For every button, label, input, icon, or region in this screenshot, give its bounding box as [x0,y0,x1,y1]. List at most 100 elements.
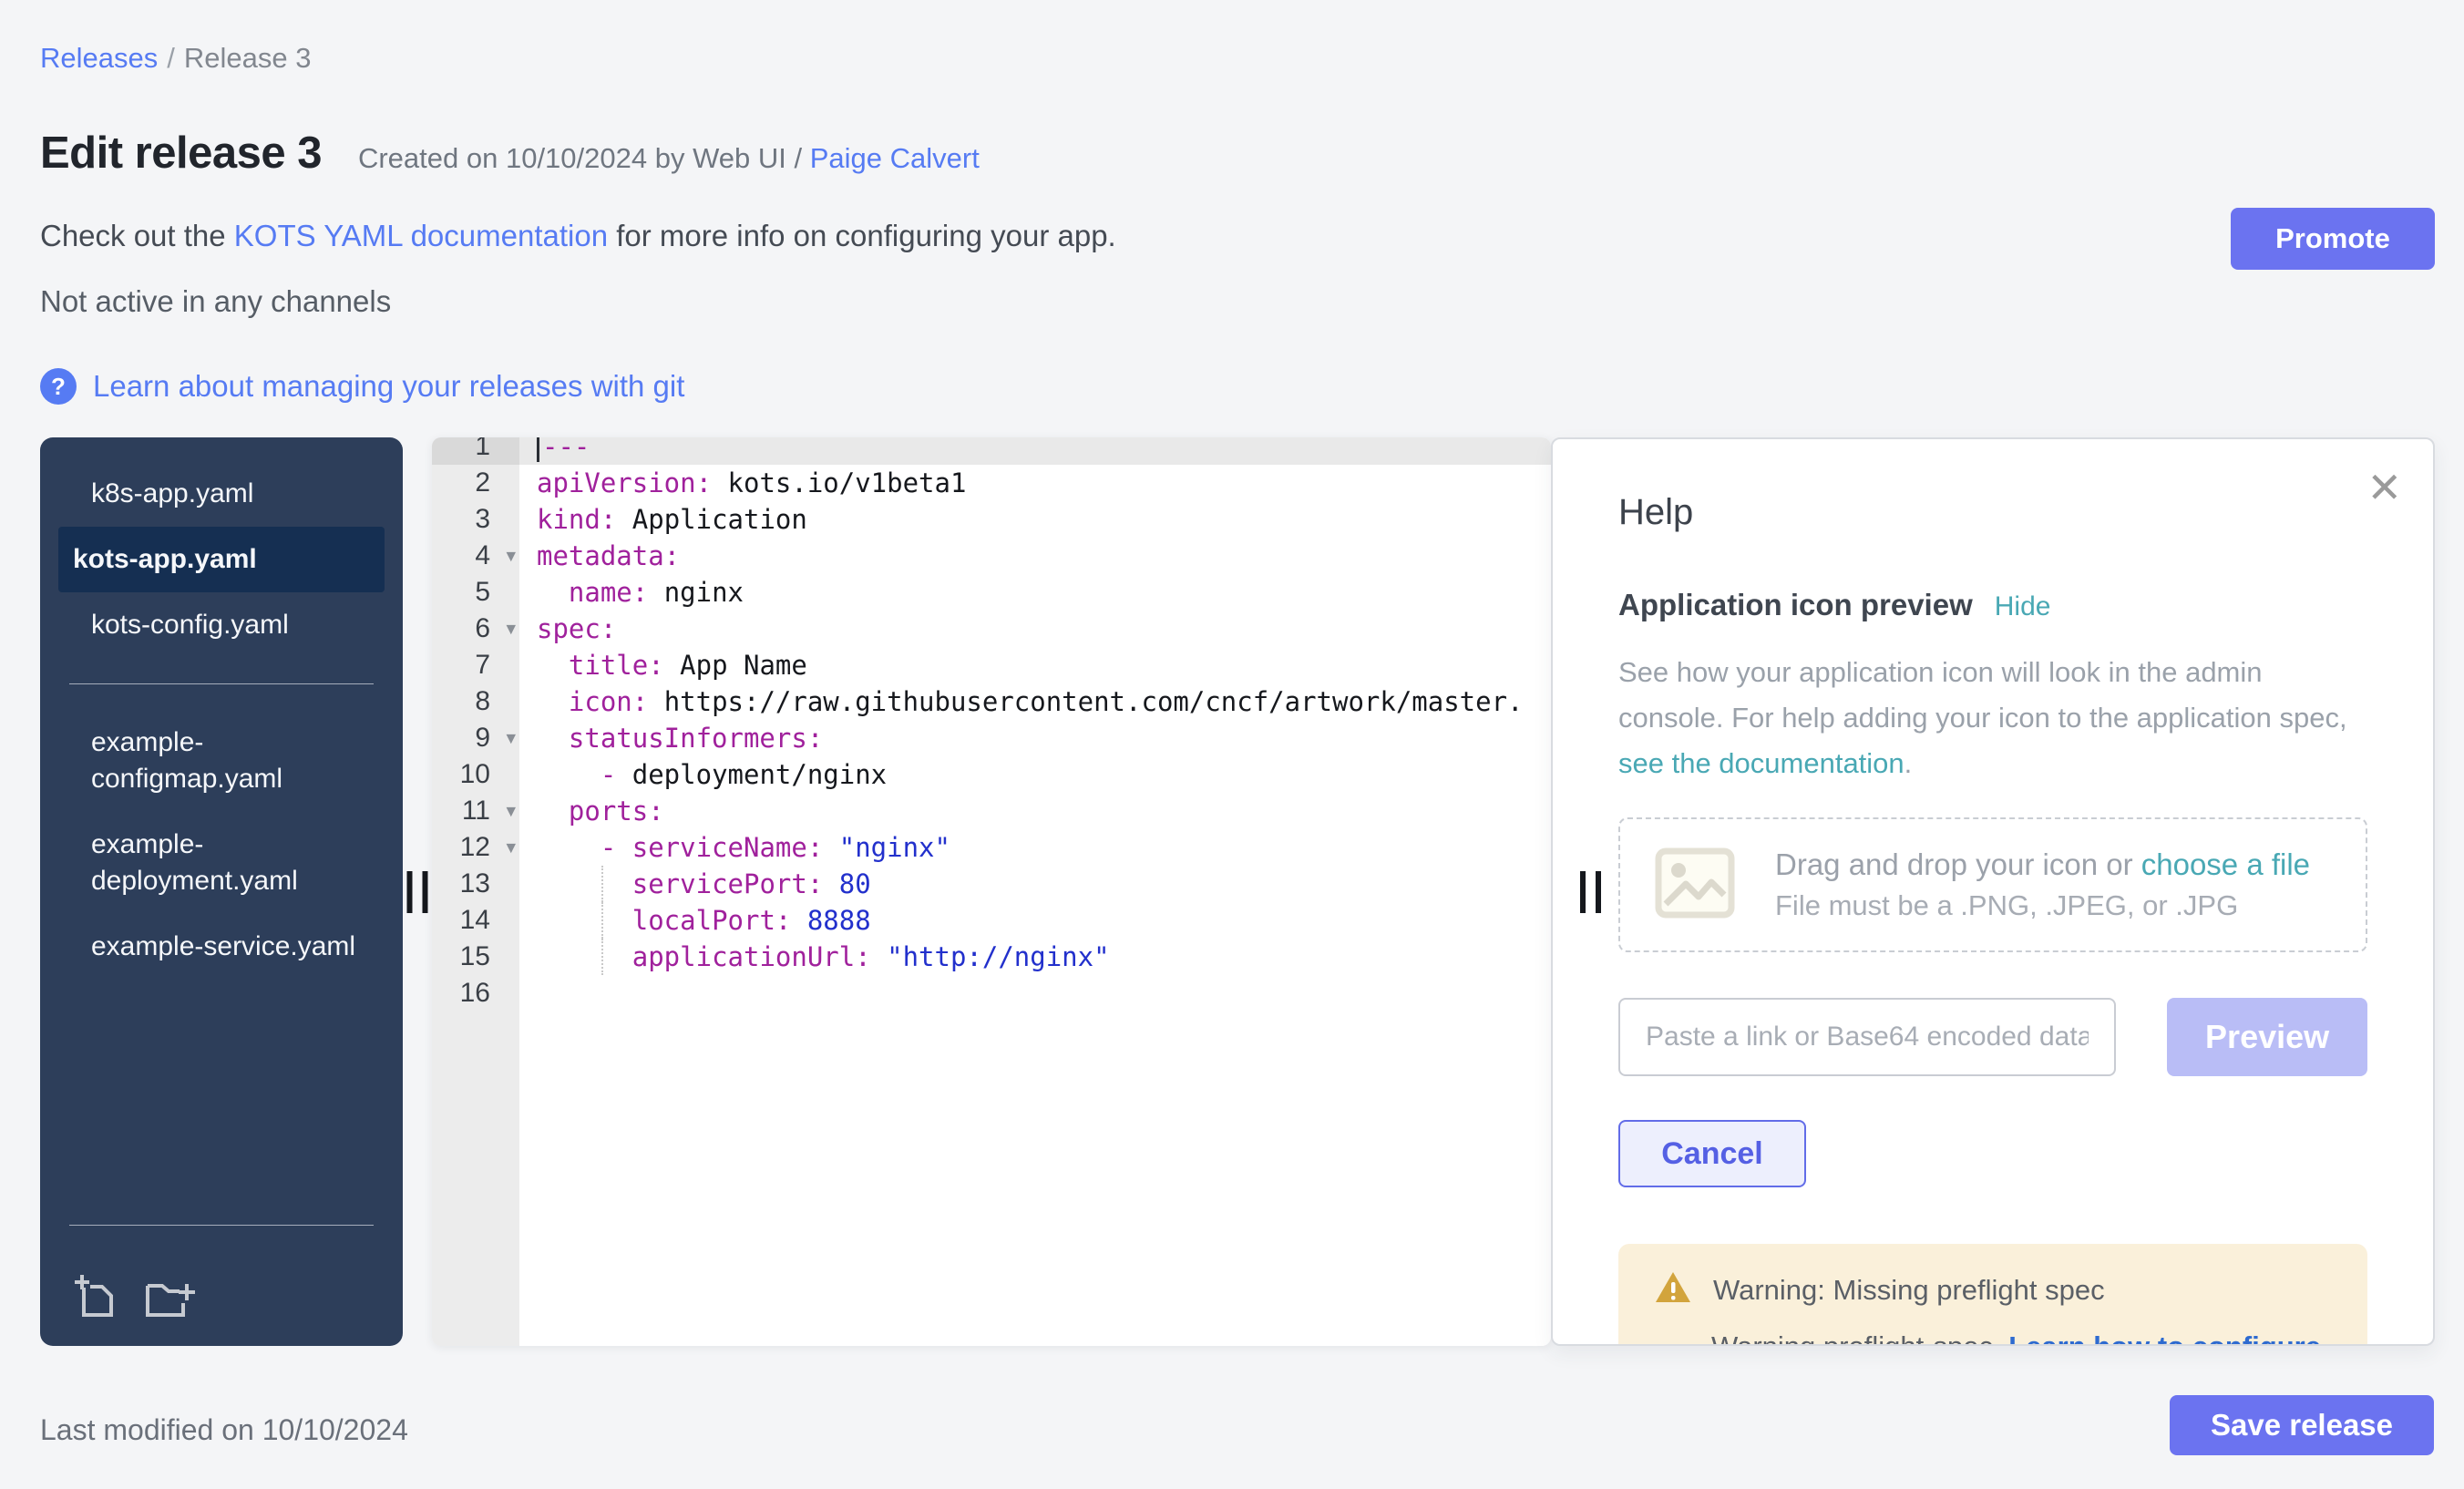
editor-line: 6▾spec: [432,611,1551,647]
handle-bar [423,871,428,913]
dropzone-prompt-text: Drag and drop your icon or [1775,847,2141,881]
new-folder-icon[interactable] [144,1273,197,1320]
title-row: Edit release 3 Created on 10/10/2024 by … [40,128,2435,179]
fold-arrow-icon[interactable]: ▾ [506,620,516,639]
editor-line: 5 name: nginx [432,574,1551,611]
warning-detail: Warning preflight-spec. Learn how to con… [1711,1330,2331,1346]
doc-info-prefix: Check out the [40,219,234,252]
preview-button[interactable]: Preview [2167,998,2367,1076]
fold-arrow-icon[interactable]: ▾ [506,802,516,821]
line-number: 2 [432,465,519,501]
file-item[interactable]: example-deployment.yaml [58,812,385,914]
code-line[interactable]: localPort: 8888 [519,902,1551,939]
editor-line: 16 [432,975,1551,1011]
code-line[interactable]: applicationUrl: "http://nginx" [519,939,1551,975]
line-number: 3 [432,501,519,538]
file-item[interactable]: kots-config.yaml [58,592,385,658]
code-line[interactable]: icon: https://raw.githubusercontent.com/… [519,683,1551,720]
text-cursor [537,437,539,462]
editor-line: 8 icon: https://raw.githubusercontent.co… [432,683,1551,720]
warning-triangle-icon [1655,1271,1691,1309]
sidebar-divider [69,683,374,684]
release-editor-page: Releases / Release 3 Edit release 3 Create… [0,0,2464,1489]
code-line[interactable]: servicePort: 80 [519,866,1551,902]
git-help-row: ? Learn about managing your releases wit… [40,368,2435,405]
line-number: 16 [432,975,519,1011]
code-line[interactable]: metadata: [519,538,1551,574]
git-help-link[interactable]: Learn about managing your releases with … [93,369,684,404]
code-line[interactable]: --- [519,437,1551,465]
editor-line: 2apiVersion: kots.io/v1beta1 [432,465,1551,501]
help-title: Help [1618,492,2367,533]
save-release-button[interactable]: Save release [2170,1395,2434,1455]
breadcrumb-current: Release 3 [184,42,312,74]
icon-preview-title: Application icon preview [1618,588,1973,622]
page-title: Edit release 3 [40,128,322,179]
editor-line: 14 localPort: 8888 [432,902,1551,939]
fold-arrow-icon[interactable]: ▾ [506,838,516,857]
line-number: 15 [432,939,519,975]
icon-preview-description: See how your application icon will look … [1618,650,2367,786]
file-item[interactable]: k8s-app.yaml [58,461,385,527]
breadcrumb: Releases / Release 3 [40,42,2435,75]
breadcrumb-separator: / [167,42,175,74]
editor-lines: 1---2apiVersion: kots.io/v1beta13kind: A… [432,437,1551,1011]
line-number: 10 [432,756,519,793]
breadcrumb-releases-link[interactable]: Releases [40,42,158,74]
sidebar-resize-handle[interactable] [407,871,428,913]
fold-arrow-icon[interactable]: ▾ [506,547,516,566]
indent-guide [601,902,603,939]
code-line[interactable]: name: nginx [519,574,1551,611]
sidebar-divider-bottom [69,1225,374,1226]
sidebar-actions [40,1251,403,1326]
see-documentation-link[interactable]: see the documentation [1618,747,1904,779]
editor-line: 12▾ - serviceName: "nginx" [432,829,1551,866]
warning-row: Warning: Missing preflight spec [1655,1271,2331,1309]
code-line[interactable]: statusInformers: [519,720,1551,756]
code-line[interactable] [519,975,1551,1011]
code-line[interactable]: kind: Application [519,501,1551,538]
handle-bar [1596,871,1601,913]
code-line[interactable]: apiVersion: kots.io/v1beta1 [519,465,1551,501]
preflight-warning: Warning: Missing preflight spec Warning … [1618,1244,2367,1346]
code-line[interactable]: ports: [519,793,1551,829]
file-item[interactable]: example-configmap.yaml [58,710,385,812]
handle-bar [407,871,413,913]
code-line[interactable]: title: App Name [519,647,1551,683]
code-line[interactable]: - deployment/nginx [519,756,1551,793]
icon-url-input[interactable] [1618,998,2116,1076]
new-file-icon[interactable] [75,1273,117,1320]
indent-guide [601,866,603,902]
yaml-editor[interactable]: 1---2apiVersion: kots.io/v1beta13kind: A… [432,437,1551,1346]
line-number: 11▾ [432,793,519,829]
hide-link[interactable]: Hide [1995,591,2051,622]
file-sidebar: k8s-app.yamlkots-app.yamlkots-config.yam… [40,437,403,1346]
editor-line: 13 servicePort: 80 [432,866,1551,902]
choose-file-link[interactable]: choose a file [2141,847,2310,881]
help-resize-handle[interactable] [1580,871,1601,913]
file-item[interactable]: example-service.yaml [58,914,385,980]
promote-button[interactable]: Promote [2231,208,2435,270]
kots-yaml-doc-link[interactable]: KOTS YAML documentation [234,219,608,252]
cancel-button[interactable]: Cancel [1618,1120,1806,1187]
indent-guide [601,939,603,975]
line-number: 13 [432,866,519,902]
close-icon[interactable]: ✕ [2366,467,2402,508]
handle-bar [1580,871,1586,913]
sidebar-editor-gap [403,437,432,1346]
editor-line: 7 title: App Name [432,647,1551,683]
help-panel: ✕ Help Application icon preview Hide See… [1551,437,2435,1346]
author-link[interactable]: Paige Calvert [810,142,980,174]
icon-preview-section-header: Application icon preview Hide [1618,588,2367,622]
created-text: Created on 10/10/2024 by Web UI [358,142,786,174]
file-list-top: k8s-app.yamlkots-app.yamlkots-config.yam… [40,461,403,658]
learn-configure-link[interactable]: Learn how to configure [2008,1330,2321,1346]
editor-line: 15 applicationUrl: "http://nginx" [432,939,1551,975]
code-line[interactable]: - serviceName: "nginx" [519,829,1551,866]
created-info: Created on 10/10/2024 by Web UI / Paige … [358,142,980,175]
code-line[interactable]: spec: [519,611,1551,647]
fold-arrow-icon[interactable]: ▾ [506,729,516,748]
last-modified: Last modified on 10/10/2024 [40,1413,408,1447]
icon-dropzone[interactable]: Drag and drop your icon or choose a file… [1618,817,2367,952]
file-item[interactable]: kots-app.yaml [58,527,385,592]
